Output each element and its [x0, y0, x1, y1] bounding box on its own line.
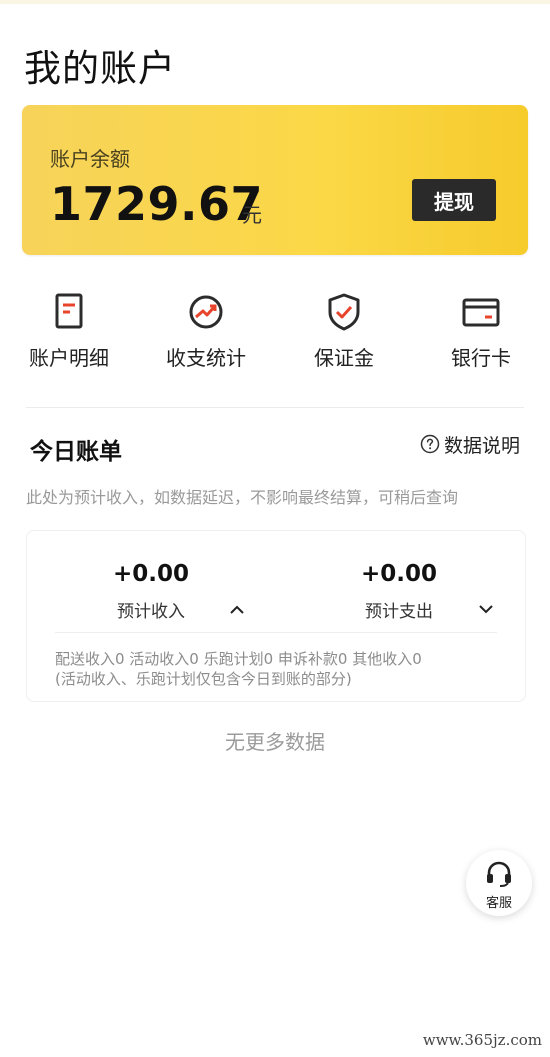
headset-icon	[487, 861, 511, 887]
nav-item-bank-card[interactable]: 银行卡	[412, 290, 550, 380]
shield-check-icon	[328, 293, 360, 331]
customer-service-button[interactable]: 客服	[466, 850, 532, 916]
question-circle-icon	[420, 434, 440, 454]
nav-item-deposit[interactable]: 保证金	[275, 290, 413, 380]
nav-label: 银行卡	[451, 346, 511, 370]
balance-card: 账户余额 1729.67 元 提现	[22, 105, 528, 255]
card-divider	[55, 632, 497, 633]
chevron-up-icon[interactable]	[229, 603, 245, 615]
income-value: +0.00	[112, 561, 190, 587]
document-icon	[55, 293, 83, 329]
nav-item-income-stats[interactable]: 收支统计	[137, 290, 275, 380]
nav-label: 收支统计	[166, 346, 246, 370]
no-more-data-text: 无更多数据	[225, 730, 325, 754]
nav-item-account-details[interactable]: 账户明细	[0, 290, 138, 380]
data-note-label: 数据说明	[444, 434, 521, 457]
balance-amount: 1729.67	[50, 177, 264, 231]
top-status-strip	[0, 0, 550, 4]
balance-label: 账户余额	[50, 147, 130, 171]
chevron-down-icon[interactable]	[478, 603, 494, 615]
expense-value: +0.00	[360, 561, 438, 587]
bill-summary-card: +0.00 预计收入 +0.00 预计支出 配送收入0 活动收入0 乐跑计划0 …	[26, 530, 526, 702]
trend-chart-icon	[189, 295, 223, 329]
breakdown-line-2: (活动收入、乐跑计划仅包含今日到账的部分)	[55, 670, 352, 688]
nav-label: 保证金	[314, 346, 374, 370]
expense-label: 预计支出	[365, 602, 433, 622]
balance-unit: 元	[242, 203, 262, 227]
breakdown-line-1: 配送收入0 活动收入0 乐跑计划0 申诉补款0 其他收入0	[55, 650, 422, 668]
page-title: 我的账户	[24, 47, 176, 90]
income-breakdown: 配送收入0 活动收入0 乐跑计划0 申诉补款0 其他收入0 (活动收入、乐跑计划…	[55, 649, 422, 689]
section-divider	[26, 407, 524, 408]
withdraw-button[interactable]: 提现	[412, 179, 496, 221]
watermark-text: www.365jz.com	[422, 1031, 542, 1049]
bill-hint: 此处为预计收入，如数据延迟，不影响最终结算，可稍后查询	[26, 488, 459, 507]
data-note-link[interactable]: 数据说明	[420, 432, 521, 457]
income-label: 预计收入	[117, 602, 185, 622]
bank-card-icon	[462, 298, 500, 327]
quick-nav: 账户明细 收支统计 保证金 银行卡	[0, 290, 550, 380]
nav-label: 账户明细	[29, 346, 109, 370]
today-bill-title: 今日账单	[30, 439, 122, 465]
customer-service-label: 客服	[485, 896, 512, 911]
